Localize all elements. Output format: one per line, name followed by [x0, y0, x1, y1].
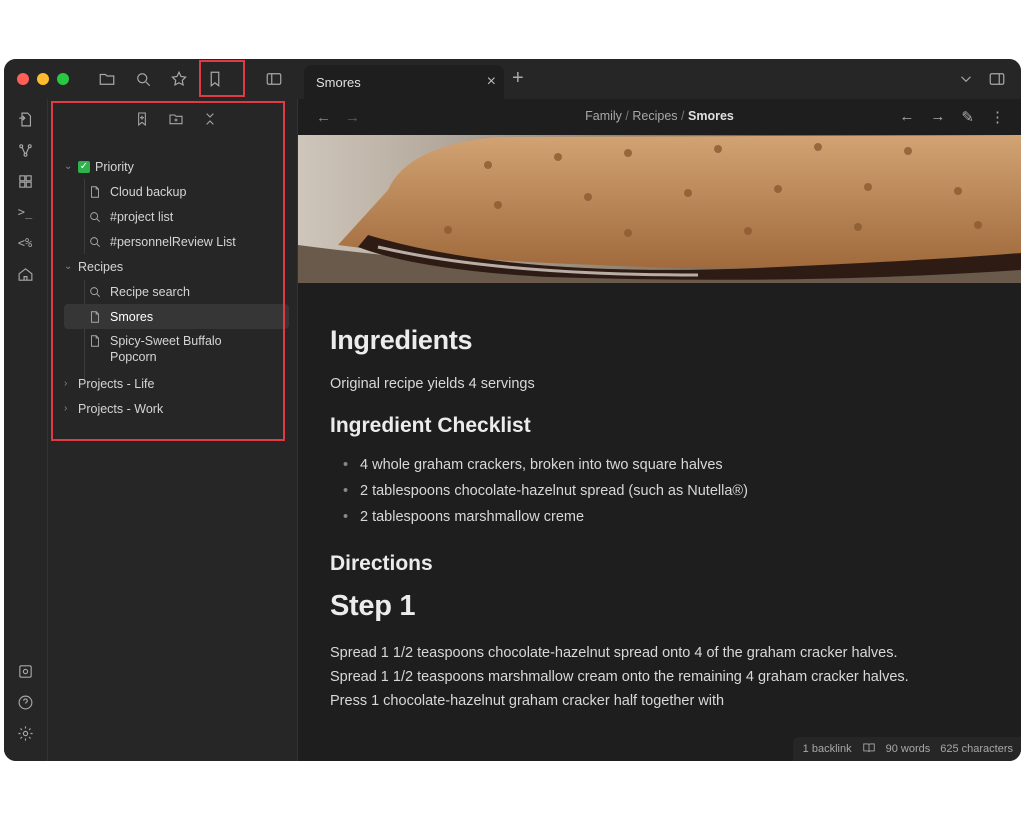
step-line: Press 1 chocolate-hazelnut graham cracke… [330, 693, 725, 709]
minimize-window-button[interactable] [37, 73, 49, 85]
vault-switcher-icon[interactable] [15, 661, 35, 681]
settings-gear-icon[interactable] [15, 723, 35, 743]
folder-icon[interactable] [95, 67, 119, 91]
home-icon[interactable] [15, 264, 35, 284]
view-header: ← → Family / Recipes / Smores ← → ✎ ⋮ [298, 99, 1021, 135]
heading-directions: Directions [330, 552, 433, 575]
graph-view-icon[interactable] [15, 140, 35, 160]
navigate-back-icon[interactable]: ← [899, 108, 914, 126]
edit-pencil-icon[interactable]: ✎ [961, 108, 974, 126]
smores-banner-image [298, 135, 1021, 283]
step-line: Spread 1 1/2 teaspoons marshmallow cream… [330, 669, 909, 685]
heading-step-1: Step 1 [330, 590, 416, 622]
list-item: 2 tablespoons marshmallow creme [343, 504, 1010, 530]
title-bar: Smores × + [4, 59, 1021, 99]
zoom-window-button[interactable] [57, 73, 69, 85]
open-quick-switcher-icon[interactable] [15, 109, 35, 129]
help-icon[interactable] [15, 692, 35, 712]
breadcrumb-current: Smores [688, 109, 734, 123]
note-content: Ingredients Original recipe yields 4 ser… [330, 325, 1010, 713]
templater-icon[interactable]: <% [15, 233, 35, 253]
editor-pane: ← → Family / Recipes / Smores ← → ✎ ⋮ In… [298, 99, 1021, 761]
terminal-icon[interactable]: >_ [15, 202, 35, 222]
heading-ingredient-checklist: Ingredient Checklist [330, 414, 531, 437]
tab-smores[interactable]: Smores × [304, 65, 504, 99]
breadcrumb-recipes[interactable]: Recipes [632, 109, 677, 123]
word-count: 90 words [885, 743, 931, 755]
list-item: 4 whole graham crackers, broken into two… [343, 452, 1010, 478]
bookmark-button-highlight [199, 60, 245, 97]
canvas-icon[interactable] [15, 171, 35, 191]
right-sidebar-toggle-icon[interactable] [985, 67, 1009, 91]
yield-text: Original recipe yields 4 servings [330, 376, 535, 392]
search-icon[interactable] [131, 67, 155, 91]
more-options-icon[interactable]: ⋮ [990, 108, 1005, 126]
new-tab-button[interactable]: + [512, 68, 524, 88]
navigate-forward-icon[interactable]: → [930, 108, 945, 126]
bookmarks-panel-highlight [51, 101, 285, 441]
breadcrumb-family[interactable]: Family [585, 109, 622, 123]
ingredient-list: 4 whole graham crackers, broken into two… [330, 452, 1010, 530]
step-line: Spread 1 1/2 teaspoons chocolate-hazelnu… [330, 645, 898, 661]
sidebar-toggle-icon[interactable] [262, 67, 286, 91]
backlinks-count[interactable]: 1 backlink [803, 743, 852, 755]
character-count: 625 characters [940, 743, 1013, 755]
heading-ingredients: Ingredients [330, 325, 473, 355]
ribbon: >_ <% [4, 99, 48, 761]
tab-close-icon[interactable]: × [487, 74, 496, 90]
app-window: Smores × + >_ <% ⌄ ✓ Priority Cloud back… [4, 59, 1021, 761]
reading-mode-icon[interactable] [862, 741, 876, 758]
list-item: 2 tablespoons chocolate-hazelnut spread … [343, 478, 1010, 504]
close-window-button[interactable] [17, 73, 29, 85]
star-icon[interactable] [167, 67, 191, 91]
chevron-down-icon[interactable] [954, 67, 978, 91]
status-bar: 1 backlink 90 words 625 characters [792, 737, 1021, 761]
tab-title: Smores [316, 75, 361, 90]
